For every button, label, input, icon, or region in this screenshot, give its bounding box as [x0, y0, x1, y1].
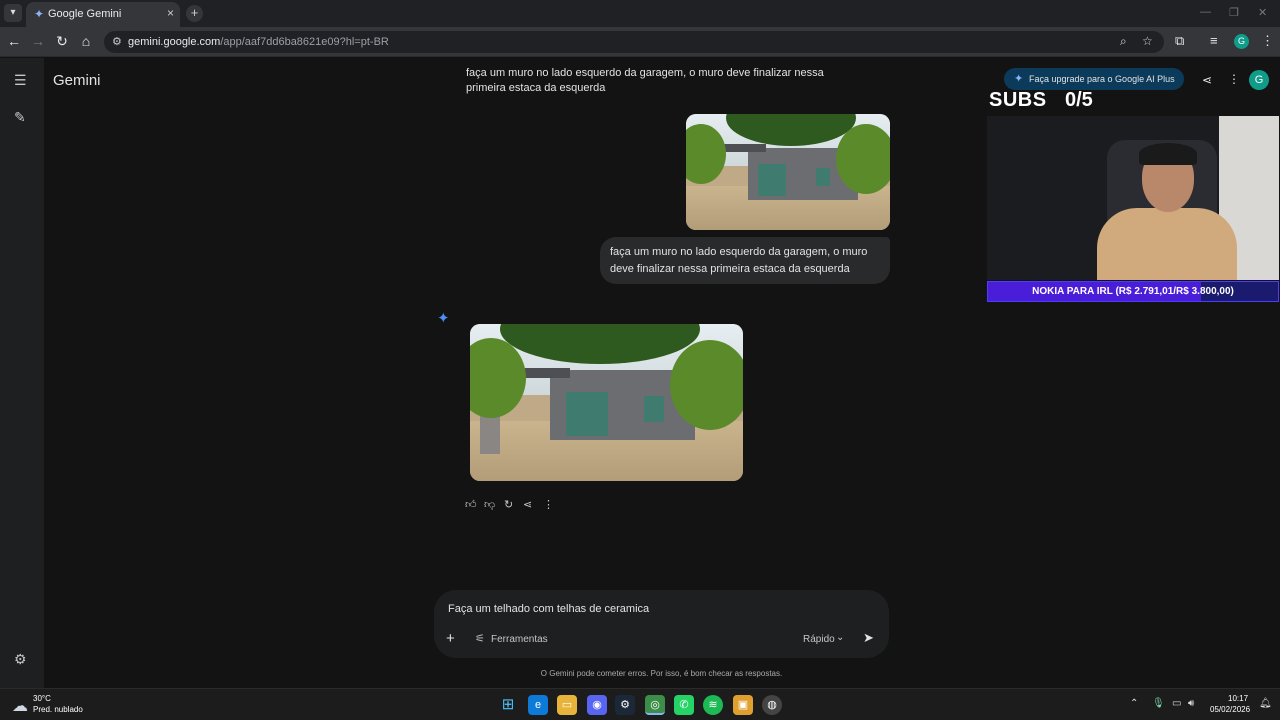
- address-bar[interactable]: ⚙ gemini.google.com/app/aaf7dd6ba8621e09…: [104, 31, 1164, 53]
- user-uploaded-image[interactable]: [686, 114, 890, 230]
- windows-taskbar: ☁ 30°C Pred. nublado ⊞ e ▭ ◉ ⚙ ◎ ✆ ≋ ▣ ◍…: [0, 688, 1280, 720]
- add-attachment-icon[interactable]: +: [446, 630, 455, 647]
- share-icon[interactable]: ⋖: [1202, 73, 1212, 87]
- volume-icon[interactable]: 🔊︎: [1188, 698, 1194, 709]
- previous-prompt-text: faça um muro no lado esquerdo da garagem…: [466, 67, 824, 94]
- new-tab-button[interactable]: +: [186, 5, 203, 22]
- weather-description[interactable]: Pred. nublado: [33, 705, 83, 714]
- share-response-icon[interactable]: ⋖: [523, 498, 532, 511]
- active-tab[interactable]: ✦ Google Gemini ×: [26, 2, 180, 27]
- site-info-icon[interactable]: ⚙: [112, 35, 122, 48]
- chevron-down-icon[interactable]: ⌄: [836, 632, 844, 643]
- browser-toolbar: ← → ↻ ⌂ ⚙ gemini.google.com/app/aaf7dd6b…: [0, 27, 1280, 57]
- webcam-overlay: [987, 116, 1279, 280]
- gemini-sparkle-icon: ✦: [437, 310, 450, 327]
- chevron-up-icon[interactable]: ⌃: [1130, 698, 1138, 709]
- disclaimer-text: O Gemini pode cometer erros. Por isso, é…: [540, 669, 783, 678]
- subs-goal-count: 0/5: [1065, 89, 1093, 111]
- user-message-bubble: faça um muro no lado esquerdo da garagem…: [600, 237, 890, 284]
- new-chat-icon[interactable]: ✎: [14, 109, 26, 126]
- home-icon[interactable]: ⌂: [78, 33, 94, 49]
- avatar[interactable]: G: [1249, 70, 1269, 90]
- bookmark-star-icon[interactable]: ☆: [1142, 34, 1153, 48]
- tab-strip: ▾ ✦ Google Gemini × + — ❐ ✕: [0, 0, 1280, 27]
- maximize-icon[interactable]: ❐: [1229, 6, 1239, 19]
- thumbs-down-icon[interactable]: 👎︎: [484, 498, 495, 511]
- upgrade-button[interactable]: ✦ Faça upgrade para o Google AI Plus: [1004, 68, 1184, 90]
- clock-time[interactable]: 10:17: [1228, 694, 1248, 703]
- side-rail: ☰ ✎ ⚙: [0, 58, 44, 688]
- donation-goal-bar: NOKIA PARA IRL (R$ 2.791,01/R$ 3.800,00): [987, 281, 1279, 302]
- more-options-icon[interactable]: ⋮: [1228, 72, 1240, 86]
- thumbs-up-icon[interactable]: 👍︎: [465, 498, 477, 511]
- forward-icon[interactable]: →: [30, 33, 46, 49]
- tab-search-button[interactable]: ▾: [4, 4, 22, 22]
- regenerate-icon[interactable]: ↻: [504, 498, 513, 511]
- steam-icon[interactable]: ⚙: [615, 695, 635, 715]
- discord-icon[interactable]: ◉: [587, 695, 607, 715]
- reload-icon[interactable]: ↻: [54, 33, 70, 50]
- prompt-input[interactable]: Faça um telhado com telhas de ceramica: [448, 603, 649, 615]
- app-title: Gemini: [53, 72, 101, 89]
- network-icon[interactable]: ▭: [1172, 698, 1181, 709]
- main-menu-icon[interactable]: ☰: [14, 72, 27, 89]
- tools-button[interactable]: Ferramentas: [491, 634, 548, 645]
- settings-gear-icon[interactable]: ⚙: [14, 651, 27, 668]
- browser-profile-avatar[interactable]: G: [1234, 34, 1249, 49]
- donation-goal-text: NOKIA PARA IRL (R$ 2.791,01/R$ 3.800,00): [1032, 286, 1234, 297]
- chrome-icon[interactable]: ◎: [645, 695, 665, 715]
- model-mode-selector[interactable]: Rápido: [803, 634, 835, 645]
- clock-date[interactable]: 05/02/2026: [1210, 705, 1250, 714]
- generated-image[interactable]: [470, 324, 743, 481]
- close-window-icon[interactable]: ✕: [1258, 6, 1267, 19]
- edge-icon[interactable]: e: [528, 695, 548, 715]
- weather-temperature[interactable]: 30°C: [33, 694, 51, 703]
- back-icon[interactable]: ←: [6, 33, 22, 49]
- minimize-icon[interactable]: —: [1200, 6, 1211, 18]
- sparkle-icon: ✦: [1014, 73, 1024, 85]
- upgrade-label: Faça upgrade para o Google AI Plus: [1029, 74, 1175, 84]
- subs-goal-label: SUBS: [989, 89, 1047, 111]
- response-more-icon[interactable]: ⋮: [543, 498, 554, 511]
- obs-icon[interactable]: ◍: [762, 695, 782, 715]
- url-text[interactable]: gemini.google.com/app/aaf7dd6ba8621e09?h…: [128, 36, 389, 48]
- media-controls-icon[interactable]: ≡: [1210, 33, 1218, 48]
- whatsapp-icon[interactable]: ✆: [674, 695, 694, 715]
- browser-menu-icon[interactable]: ⋮: [1261, 33, 1274, 49]
- prompt-composer: Faça um telhado com telhas de ceramica +…: [434, 590, 889, 658]
- send-icon[interactable]: ➤: [863, 630, 874, 646]
- tab-close-icon[interactable]: ×: [167, 6, 174, 20]
- app-icon[interactable]: ▣: [733, 695, 753, 715]
- extensions-icon[interactable]: ⧉: [1175, 33, 1184, 49]
- gemini-favicon-icon: ✦: [34, 7, 45, 21]
- zoom-icon[interactable]: ⌕: [1120, 34, 1127, 49]
- notification-bell-icon[interactable]: 🔔︎: [1259, 698, 1272, 709]
- tools-icon[interactable]: ⚟: [475, 632, 485, 645]
- microphone-icon[interactable]: 🎙︎: [1152, 698, 1165, 709]
- spotify-icon[interactable]: ≋: [703, 695, 723, 715]
- cloud-icon[interactable]: ☁: [12, 696, 28, 716]
- start-menu-icon[interactable]: ⊞: [498, 695, 518, 715]
- tab-title: Google Gemini: [48, 8, 122, 20]
- file-explorer-icon[interactable]: ▭: [557, 695, 577, 715]
